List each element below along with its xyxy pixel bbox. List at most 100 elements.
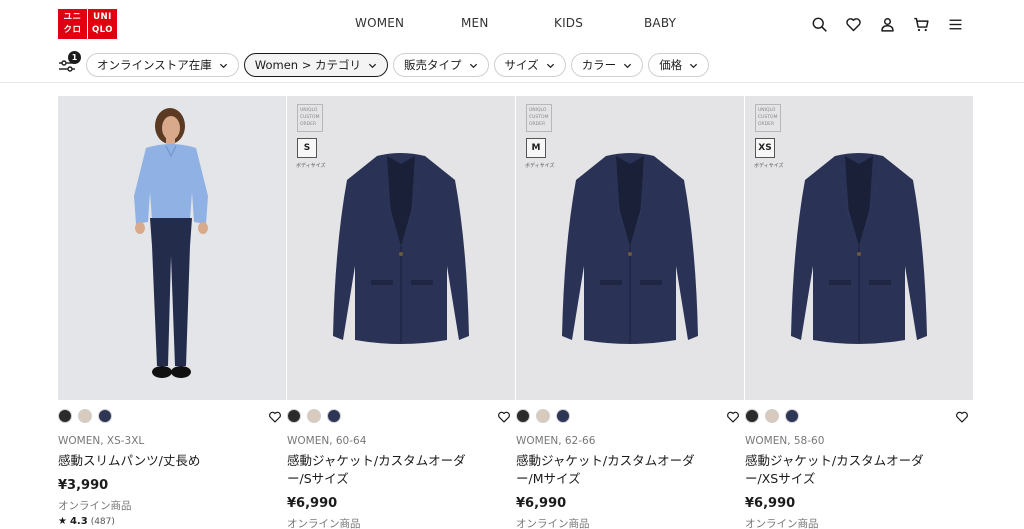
- filter-pill-label: サイズ: [504, 58, 539, 72]
- filter-pill[interactable]: オンラインストア在庫: [86, 53, 239, 77]
- product-card[interactable]: UNIQLO CUSTOM ORDER M ボディサイズ WOMEN, 62-6…: [516, 96, 744, 529]
- swatch-black[interactable]: [516, 409, 530, 423]
- badge-line: UNIQLO: [758, 108, 776, 113]
- custom-order-badge: UNIQLO CUSTOM ORDER: [755, 104, 781, 132]
- chevron-down-icon: [219, 63, 227, 68]
- rating-value: 4.3: [69, 516, 88, 527]
- filter-pill[interactable]: サイズ: [493, 53, 566, 77]
- product-image[interactable]: UNIQLO CUSTOM ORDER S ボディサイズ: [287, 96, 515, 400]
- swatch-beige[interactable]: [536, 409, 550, 423]
- swatch-navy[interactable]: [327, 409, 341, 423]
- product-name[interactable]: 感動ジャケット/カスタムオーダー/Sサイズ: [287, 452, 487, 488]
- size-badge: XS: [755, 138, 775, 158]
- swatch-beige[interactable]: [78, 409, 92, 423]
- logo-text-2: クロ: [63, 25, 82, 35]
- product-name[interactable]: 感動ジャケット/カスタムオーダー/Mサイズ: [516, 452, 716, 488]
- product-meta: WOMEN, 62-66: [516, 435, 596, 447]
- heart-icon[interactable]: [845, 16, 862, 33]
- filter-pill[interactable]: 価格: [648, 53, 710, 77]
- menu-icon[interactable]: [947, 16, 964, 33]
- logo-text-3: UNI: [93, 12, 112, 22]
- product-price: ¥3,990: [58, 478, 109, 493]
- color-swatches: [516, 409, 570, 424]
- filter-bar: 1 オンラインストア在庫 Women > カテゴリ 販売タイプ サイズ カラー 価格: [58, 51, 714, 78]
- color-swatches: [287, 409, 341, 424]
- product-image[interactable]: UNIQLO CUSTOM ORDER M ボディサイズ: [516, 96, 744, 400]
- nav-item-baby[interactable]: BABY: [644, 16, 676, 30]
- heart-icon[interactable]: [955, 410, 969, 424]
- filter-pill[interactable]: Women > カテゴリ: [243, 53, 389, 77]
- filter-pill[interactable]: 販売タイプ: [393, 53, 489, 77]
- product-image[interactable]: [58, 96, 286, 400]
- product-meta: WOMEN, 60-64: [287, 435, 367, 447]
- custom-order-badge: UNIQLO CUSTOM ORDER: [526, 104, 552, 132]
- product-card[interactable]: WOMEN, XS-3XL 感動スリムパンツ/丈長め ¥3,990 オンライン商…: [58, 96, 286, 529]
- product-name[interactable]: 感動ジャケット/カスタムオーダー/XSサイズ: [745, 452, 945, 488]
- size-note: ボディサイズ: [296, 163, 326, 169]
- size-note: ボディサイズ: [754, 163, 784, 169]
- swatch-navy[interactable]: [98, 409, 112, 423]
- product-name[interactable]: 感動スリムパンツ/丈長め: [58, 452, 258, 470]
- logo-text-4: QLO: [91, 25, 114, 35]
- user-icon[interactable]: [879, 16, 896, 33]
- product-card[interactable]: UNIQLO CUSTOM ORDER XS ボディサイズ WOMEN, 58-…: [745, 96, 973, 529]
- swatch-navy[interactable]: [556, 409, 570, 423]
- badge-line: ORDER: [300, 122, 317, 127]
- product-meta: WOMEN, 58-60: [745, 435, 825, 447]
- filter-pills: オンラインストア在庫 Women > カテゴリ 販売タイプ サイズ カラー 価格: [86, 53, 714, 77]
- product-price: ¥6,990: [287, 496, 338, 511]
- review-count: (487): [90, 516, 115, 527]
- header-icons: [811, 14, 964, 34]
- search-icon[interactable]: [811, 16, 828, 33]
- chevron-down-icon: [368, 63, 377, 68]
- product-price: ¥6,990: [745, 496, 796, 511]
- online-label: オンライン商品: [745, 518, 819, 529]
- online-label: オンライン商品: [516, 518, 590, 529]
- chevron-down-icon: [469, 63, 477, 68]
- filter-divider: [0, 82, 1024, 83]
- swatch-black[interactable]: [58, 409, 72, 423]
- jacket-photo: [745, 96, 973, 400]
- filter-pill[interactable]: カラー: [570, 53, 644, 77]
- swatch-beige[interactable]: [765, 409, 779, 423]
- filter-count-badge: 1: [68, 51, 81, 64]
- chevron-down-icon: [546, 63, 554, 68]
- filter-pill-label: オンラインストア在庫: [97, 58, 212, 72]
- logo-block-latin: UNI QLO: [88, 9, 117, 39]
- heart-icon[interactable]: [268, 410, 282, 424]
- size-badge: M: [526, 138, 546, 158]
- site-header: ユニ クロ UNI QLO WOMEN MEN KIDS BABY: [0, 0, 1024, 48]
- heart-icon[interactable]: [726, 410, 740, 424]
- product-image[interactable]: UNIQLO CUSTOM ORDER XS ボディサイズ: [745, 96, 973, 400]
- chevron-down-icon: [690, 63, 698, 68]
- nav-item-men[interactable]: MEN: [461, 16, 489, 30]
- online-label: オンライン商品: [58, 500, 132, 512]
- badge-line: ORDER: [758, 122, 775, 127]
- jacket-photo: [287, 96, 515, 400]
- badge-line: CUSTOM: [529, 115, 549, 120]
- logo-block-katakana: ユニ クロ: [58, 9, 87, 39]
- filter-pill-label: 価格: [659, 58, 683, 72]
- filter-settings-button[interactable]: 1: [58, 51, 81, 75]
- swatch-navy[interactable]: [785, 409, 799, 423]
- nav-item-women[interactable]: WOMEN: [355, 16, 404, 30]
- nav-item-kids[interactable]: KIDS: [554, 16, 583, 30]
- product-card[interactable]: UNIQLO CUSTOM ORDER S ボディサイズ WOMEN, 60-6…: [287, 96, 515, 529]
- star-icon: ★: [58, 516, 67, 527]
- filter-pill-label: カラー: [581, 58, 617, 72]
- cart-icon[interactable]: [913, 16, 930, 33]
- color-swatches: [58, 409, 112, 424]
- swatch-black[interactable]: [287, 409, 301, 423]
- swatch-black[interactable]: [745, 409, 759, 423]
- badge-line: UNIQLO: [529, 108, 547, 113]
- heart-icon[interactable]: [497, 410, 511, 424]
- product-price: ¥6,990: [516, 496, 567, 511]
- swatch-beige[interactable]: [307, 409, 321, 423]
- size-note: ボディサイズ: [525, 163, 555, 169]
- badge-line: CUSTOM: [300, 115, 320, 120]
- uniqlo-logo[interactable]: ユニ クロ UNI QLO: [58, 9, 118, 39]
- jacket-photo: [516, 96, 744, 400]
- model-photo: [58, 96, 286, 400]
- size-badge: S: [297, 138, 317, 158]
- online-label: オンライン商品: [287, 518, 361, 529]
